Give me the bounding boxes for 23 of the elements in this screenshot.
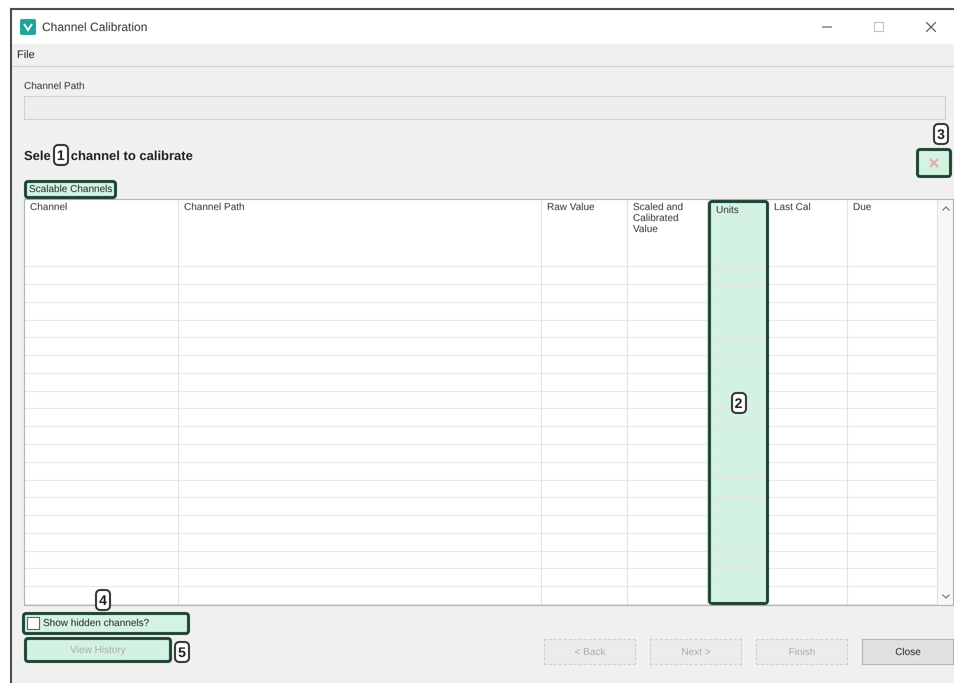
column-header[interactable]: Units (711, 203, 766, 252)
chevron-down-icon[interactable] (942, 594, 950, 599)
window-title: Channel Calibration (42, 20, 148, 34)
scrollbar[interactable] (938, 200, 953, 605)
checkbox-label: Show hidden channels? (43, 618, 150, 629)
chevron-up-icon[interactable] (942, 206, 950, 211)
close-icon[interactable] (926, 22, 936, 32)
callout-number: 1 (52, 144, 69, 166)
callout-number: 4 (95, 589, 111, 611)
checkbox[interactable] (27, 617, 40, 630)
dialog-button[interactable]: Close (862, 639, 954, 665)
menu-item[interactable]: File (14, 49, 38, 61)
callout-number: 5 (174, 641, 190, 663)
callout-number: 2 (730, 392, 746, 414)
heading-text: channel to calibrate (70, 148, 193, 162)
field-label: Channel Path (24, 81, 86, 92)
app-logo-icon (20, 19, 36, 35)
callout-number: 3 (933, 123, 949, 145)
group-label: Scalable Channels (24, 180, 118, 199)
channel-path-field[interactable] (24, 96, 946, 120)
minimize-icon[interactable] (822, 26, 832, 28)
x-icon (929, 158, 939, 168)
heading-text: Sele (24, 148, 51, 162)
